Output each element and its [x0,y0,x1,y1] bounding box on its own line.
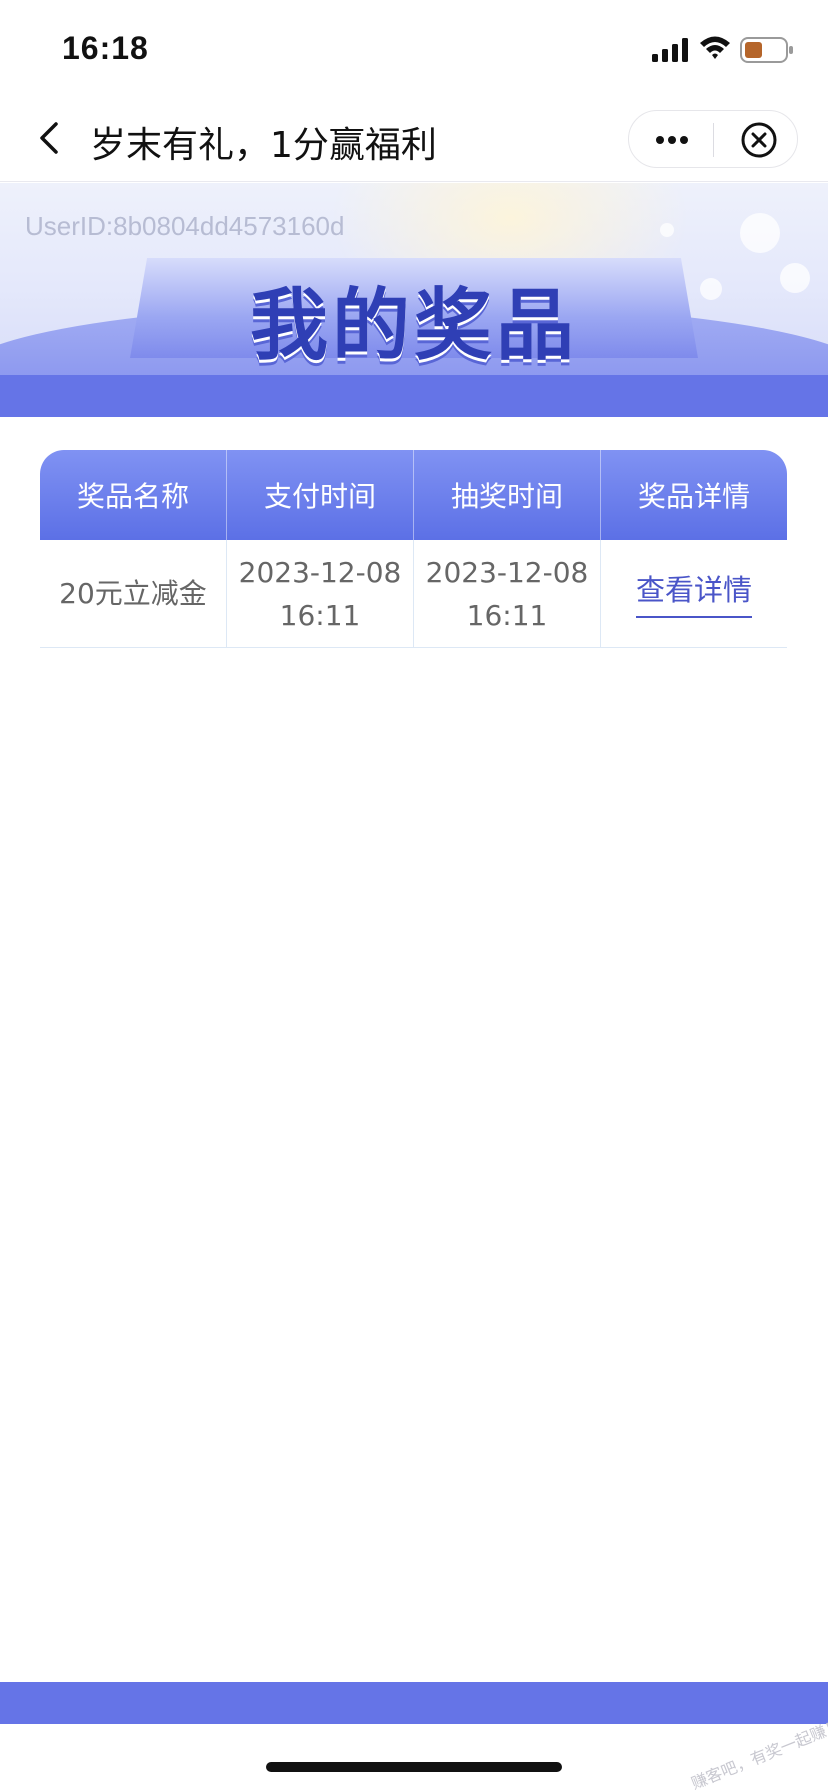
column-header-pay-time: 支付时间 [227,450,414,540]
pay-date: 2023-12-08 [238,555,402,589]
user-id: UserID:8b0804dd4573160d [25,211,345,241]
table-row: 20元立减金 2023-12-08 16:11 2023-12-08 16:11… [40,540,787,648]
close-circle-icon[interactable] [729,119,789,161]
draw-time: 16:11 [466,598,548,632]
bokeh-light [700,278,722,300]
draw-date: 2023-12-08 [425,555,589,589]
more-icon[interactable] [639,119,705,161]
column-header-draw-time: 抽奖时间 [414,450,601,540]
column-header-prize-name: 奖品名称 [40,450,227,540]
capsule-divider [713,123,714,157]
draw-time-cell: 2023-12-08 16:11 [414,540,601,647]
battery-icon [740,37,793,63]
column-header-prize-detail: 奖品详情 [637,480,750,513]
signal-icon [652,38,688,62]
bokeh-light [780,263,810,293]
pay-time-cell: 2023-12-08 16:11 [227,540,414,647]
banner-title: 我的奖品 [249,281,578,371]
bokeh-light [660,223,674,237]
pay-time: 16:11 [279,598,361,632]
prize-name-cell: 20元立减金 [40,540,227,647]
banner-strip [0,375,828,417]
chevron-left-icon[interactable] [32,116,68,160]
mini-program-capsule [628,110,798,168]
home-indicator[interactable] [266,1762,562,1772]
view-details-link[interactable]: 查看详情 [635,569,752,618]
prize-banner: 我的奖品 UserID:8b0804dd4573160d [0,183,828,375]
bokeh-light [740,213,780,253]
page-title: 岁末有礼，1分赢福利 [90,125,437,166]
prize-table: 奖品名称 支付时间 抽奖时间 奖品详情 20元立减金 2023-12-08 16… [40,450,787,648]
nav-bar: 岁末有礼，1分赢福利 [0,96,828,182]
prize-detail-cell: 查看详情 [601,540,787,647]
table-header: 奖品名称 支付时间 抽奖时间 奖品详情 [40,450,787,540]
status-time: 16:18 [62,30,149,66]
status-bar: 16:18 [0,0,828,96]
wifi-icon [700,36,730,59]
bottom-strip [0,1682,828,1724]
